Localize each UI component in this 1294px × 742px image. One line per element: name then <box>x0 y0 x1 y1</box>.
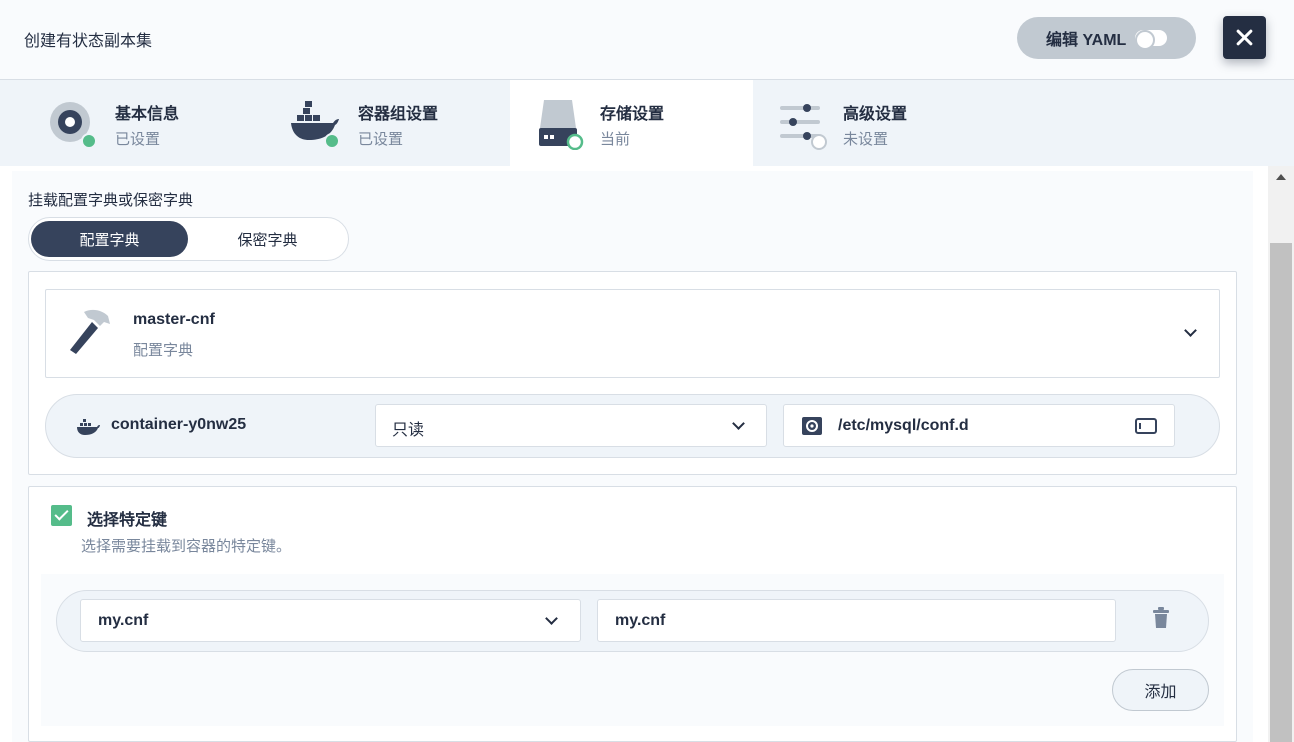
mount-path-value: /etc/mysql/conf.d <box>838 417 969 434</box>
step-title: 存储设置 <box>600 106 665 123</box>
docker-icon <box>77 419 100 435</box>
sliders-icon <box>780 104 827 150</box>
select-specific-keys-checkbox[interactable] <box>51 505 72 526</box>
access-mode-select[interactable]: 只读 <box>375 404 767 447</box>
configmap-selector[interactable] <box>45 289 1220 378</box>
scrollbar-thumb[interactable] <box>1270 243 1292 742</box>
tab-secret[interactable]: 保密字典 <box>189 221 346 257</box>
specific-keys-description: 选择需要挂载到容器的特定键。 <box>81 538 292 555</box>
key-path-value: my.cnf <box>615 612 666 629</box>
resource-type-segmented-control: 配置字典 保密字典 <box>28 217 349 261</box>
container-name: container-y0nw25 <box>111 416 247 433</box>
docker-icon <box>291 101 339 149</box>
step-title: 高级设置 <box>843 106 908 123</box>
hammer-icon <box>70 309 110 354</box>
step-advanced-settings[interactable]: 高级设置 未设置 <box>753 80 996 166</box>
close-button[interactable] <box>1223 16 1266 59</box>
key-path-input[interactable]: my.cnf <box>597 599 1116 642</box>
specific-keys-title: 选择特定键 <box>87 512 168 529</box>
configmap-type: 配置字典 <box>133 342 194 359</box>
wizard-steps: 基本信息 已设置 容器组设置 已设置 存储设置 当前 高级设置 未设置 <box>0 80 1294 166</box>
step-title: 基本信息 <box>115 106 180 123</box>
step-basic-info[interactable]: 基本信息 已设置 <box>0 80 243 166</box>
modal-header: 创建有状态副本集 编辑 YAML <box>0 0 1294 80</box>
scroll-up-arrow-icon[interactable] <box>1276 174 1286 180</box>
settings-path-icon <box>802 417 822 435</box>
chevron-down-icon <box>1184 324 1197 337</box>
access-mode-value: 只读 <box>392 422 425 439</box>
storage-disk-icon <box>539 100 584 150</box>
mount-path-input[interactable]: /etc/mysql/conf.d <box>783 404 1175 447</box>
step-status: 当前 <box>600 131 631 148</box>
key-select-value: my.cnf <box>98 612 149 629</box>
page-title: 创建有状态副本集 <box>24 33 153 50</box>
configmap-name: master-cnf <box>133 311 215 328</box>
edit-yaml-toggle-button[interactable]: 编辑 YAML <box>1017 17 1196 59</box>
vertical-scrollbar[interactable] <box>1268 166 1294 742</box>
mount-section-label: 挂载配置字典或保密字典 <box>28 192 194 209</box>
trash-icon[interactable] <box>1150 606 1172 630</box>
step-container-settings[interactable]: 容器组设置 已设置 <box>243 80 486 166</box>
step-status: 已设置 <box>115 131 161 148</box>
tab-configmap[interactable]: 配置字典 <box>31 221 188 257</box>
basic-info-icon <box>50 102 96 149</box>
step-storage-settings[interactable]: 存储设置 当前 <box>510 80 753 166</box>
key-select[interactable]: my.cnf <box>80 599 581 642</box>
add-key-button[interactable]: 添加 <box>1112 669 1209 711</box>
step-status: 未设置 <box>843 131 889 148</box>
chevron-down-icon <box>545 612 558 625</box>
step-status: 已设置 <box>358 131 404 148</box>
chevron-down-icon <box>732 417 745 430</box>
toggle-switch-icon[interactable] <box>1135 30 1167 50</box>
step-title: 容器组设置 <box>358 106 439 123</box>
input-field-icon <box>1135 418 1157 434</box>
edit-yaml-label: 编辑 YAML <box>1046 32 1127 49</box>
